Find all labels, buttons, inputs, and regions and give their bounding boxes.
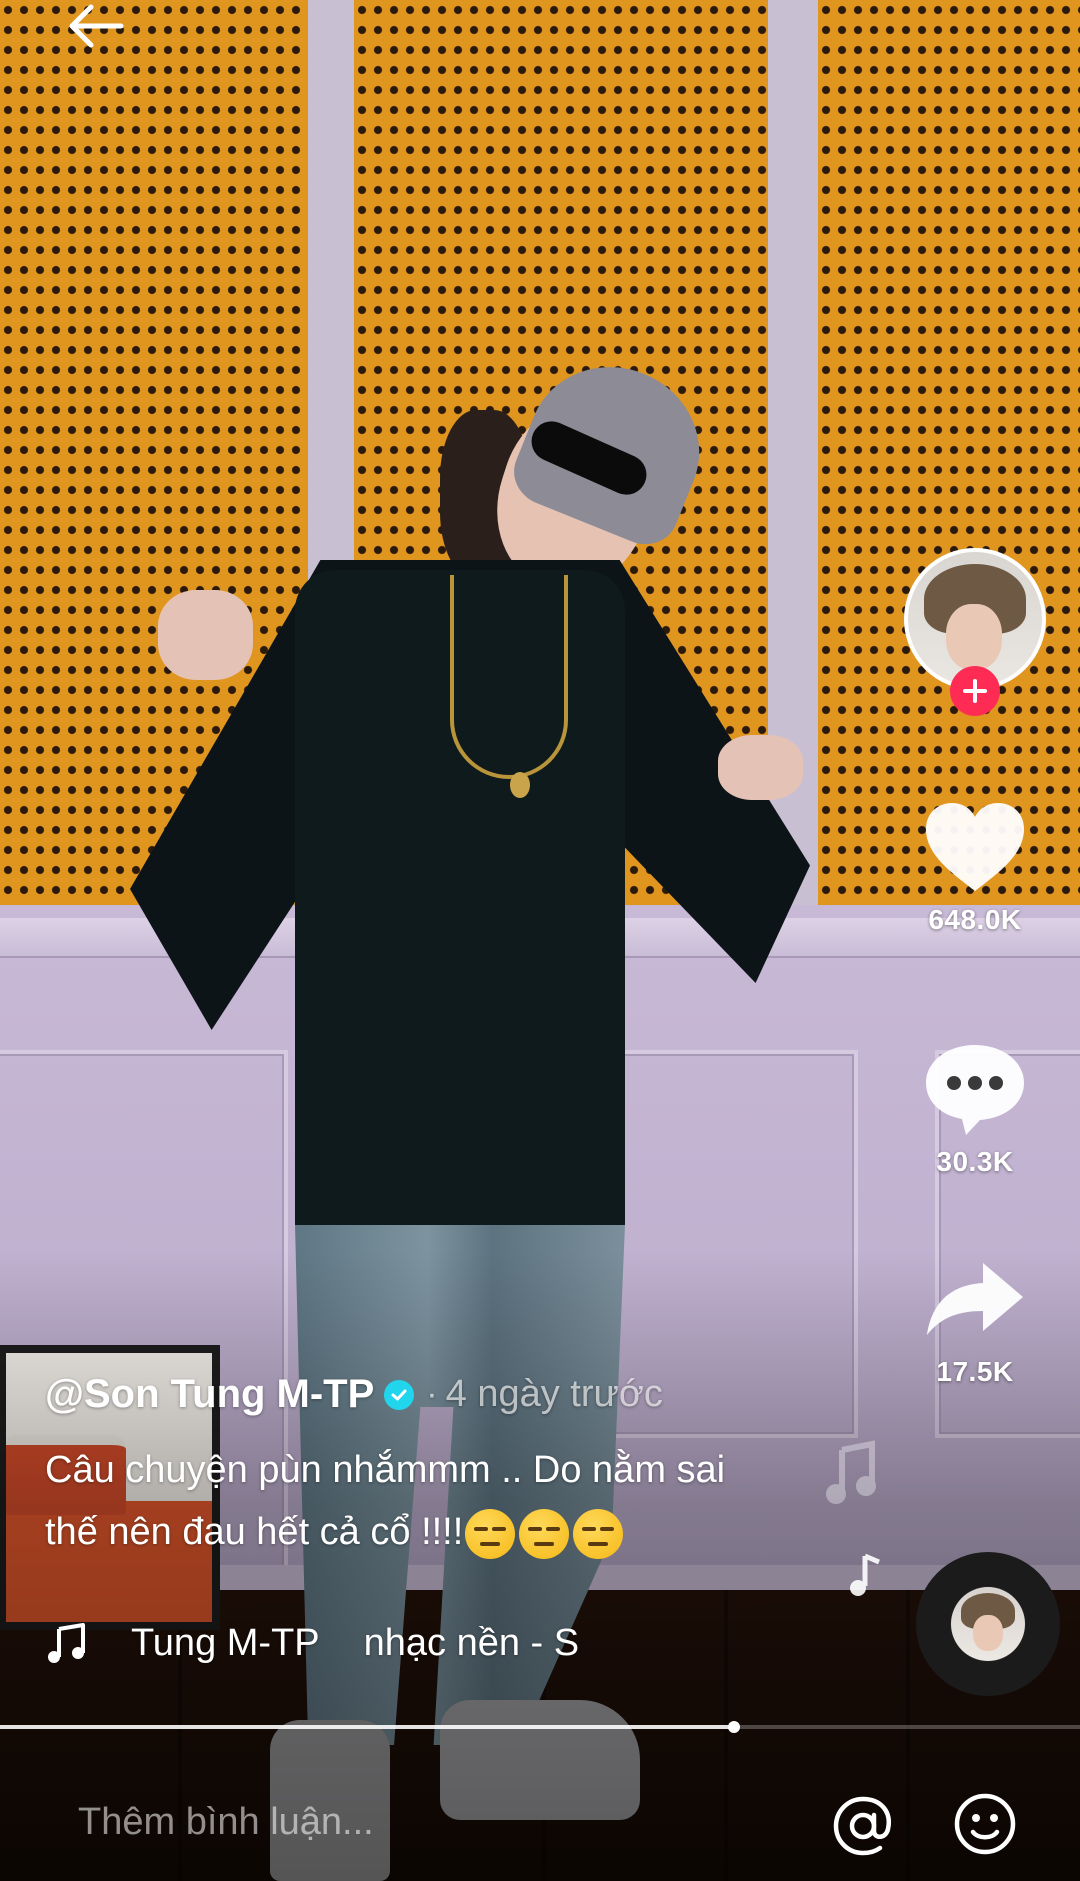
verified-badge-icon xyxy=(384,1379,415,1410)
like-count: 648.0K xyxy=(928,904,1022,935)
unamused-face-icon xyxy=(465,1508,516,1559)
heart-icon xyxy=(926,803,1024,891)
mention-button[interactable] xyxy=(828,1791,898,1861)
back-button[interactable] xyxy=(60,0,130,52)
author-avatar-group xyxy=(904,548,1046,716)
post-time: 4 ngày trước xyxy=(445,1373,663,1415)
unamused-face-icon xyxy=(519,1508,570,1559)
smiley-icon xyxy=(954,1793,1016,1855)
sound-title: nhạc nền - S xyxy=(363,1621,580,1664)
sound-title-marquee: Tung M-TP nhạc nền - S xyxy=(131,1622,591,1665)
sound-cover xyxy=(951,1587,1025,1661)
music-note-icon xyxy=(48,1623,85,1663)
progress-fill xyxy=(0,1725,735,1729)
emoji-button[interactable] xyxy=(950,1789,1020,1859)
music-note-icon xyxy=(845,1552,885,1603)
separator-dot: · xyxy=(426,1375,438,1413)
video-caption[interactable]: Câu chuyện pùn nhắmmm .. Do nằm sai thế … xyxy=(45,1439,785,1563)
comment-bubble-icon xyxy=(926,1045,1024,1135)
video-frame[interactable] xyxy=(0,0,1080,1881)
plus-icon xyxy=(963,679,987,703)
video-progress-bar[interactable] xyxy=(0,1721,1080,1733)
author-line: @Son Tung M-TP · 4 ngày trước xyxy=(45,1372,785,1417)
comment-input[interactable]: Thêm bình luận... xyxy=(78,1787,778,1857)
share-button[interactable] xyxy=(920,1244,1030,1354)
share-count: 17.5K xyxy=(936,1356,1014,1387)
sound-row[interactable]: Tung M-TP nhạc nền - S xyxy=(45,1615,605,1671)
share-arrow-icon xyxy=(927,1263,1023,1335)
caption-area: @Son Tung M-TP · 4 ngày trước Câu chuyện… xyxy=(45,1372,785,1563)
at-sign-icon xyxy=(833,1796,892,1856)
follow-button[interactable] xyxy=(950,666,1000,716)
comment-action: 30.3K xyxy=(870,1034,1080,1178)
unamused-face-icon xyxy=(573,1508,624,1559)
comment-bar: Thêm bình luận... xyxy=(0,1765,1080,1881)
comment-count: 30.3K xyxy=(936,1146,1014,1177)
arrow-left-icon xyxy=(69,4,124,48)
sound-artist: Tung M-TP xyxy=(131,1621,320,1664)
comment-button[interactable] xyxy=(920,1034,1030,1144)
music-note-icon xyxy=(822,1440,882,1515)
like-button[interactable] xyxy=(920,792,1030,902)
caption-emojis xyxy=(465,1508,624,1559)
like-action: 648.0K xyxy=(870,792,1080,936)
share-action: 17.5K xyxy=(870,1244,1080,1388)
music-disc[interactable] xyxy=(916,1552,1060,1696)
author-username[interactable]: @Son Tung M-TP xyxy=(45,1372,374,1417)
